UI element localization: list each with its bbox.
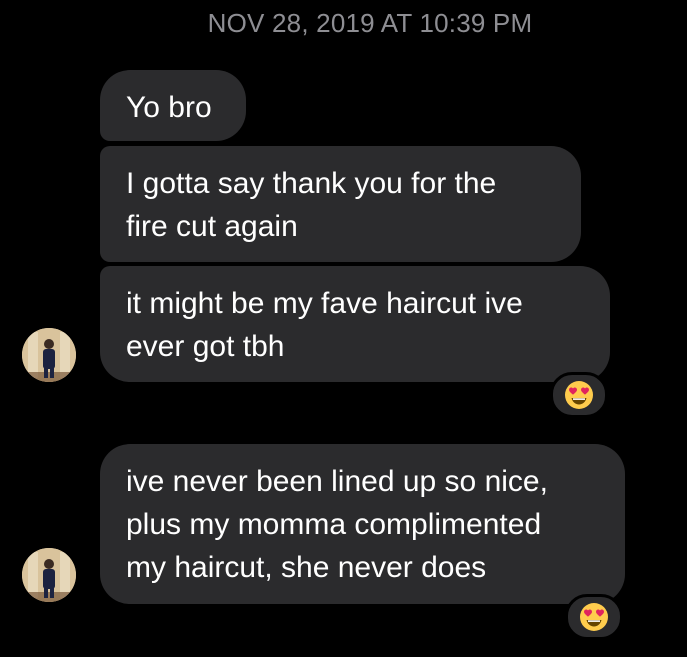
- message-line: Yo bro: [126, 91, 212, 124]
- message-bubble[interactable]: ive never been lined up so nice, plus my…: [100, 444, 625, 604]
- message-line: ive never been lined up so nice,: [126, 465, 548, 498]
- reaction-badge[interactable]: [565, 594, 623, 640]
- sender-avatar[interactable]: [22, 548, 76, 602]
- message-line: ever got tbh: [126, 330, 285, 363]
- message-bubble[interactable]: Yo bro: [100, 70, 246, 141]
- sender-avatar[interactable]: [22, 328, 76, 382]
- person-photo-icon: [22, 328, 76, 382]
- message-line: I gotta say thank you for the: [126, 167, 497, 200]
- message-line: it might be my fave haircut ive: [126, 287, 523, 320]
- heart-eyes-emoji-icon: [565, 381, 593, 409]
- conversation-timestamp: NOV 28, 2019 AT 10:39 PM: [207, 8, 533, 38]
- message-line: fire cut again: [126, 210, 298, 243]
- reaction-badge[interactable]: [550, 372, 608, 418]
- message-line: my haircut, she never does: [126, 551, 487, 584]
- person-photo-icon: [22, 548, 76, 602]
- message-line: plus my momma complimented: [126, 508, 542, 541]
- message-bubble[interactable]: it might be my fave haircut ive ever got…: [100, 266, 610, 382]
- heart-eyes-emoji-icon: [580, 603, 608, 631]
- message-bubble[interactable]: I gotta say thank you for the fire cut a…: [100, 146, 581, 262]
